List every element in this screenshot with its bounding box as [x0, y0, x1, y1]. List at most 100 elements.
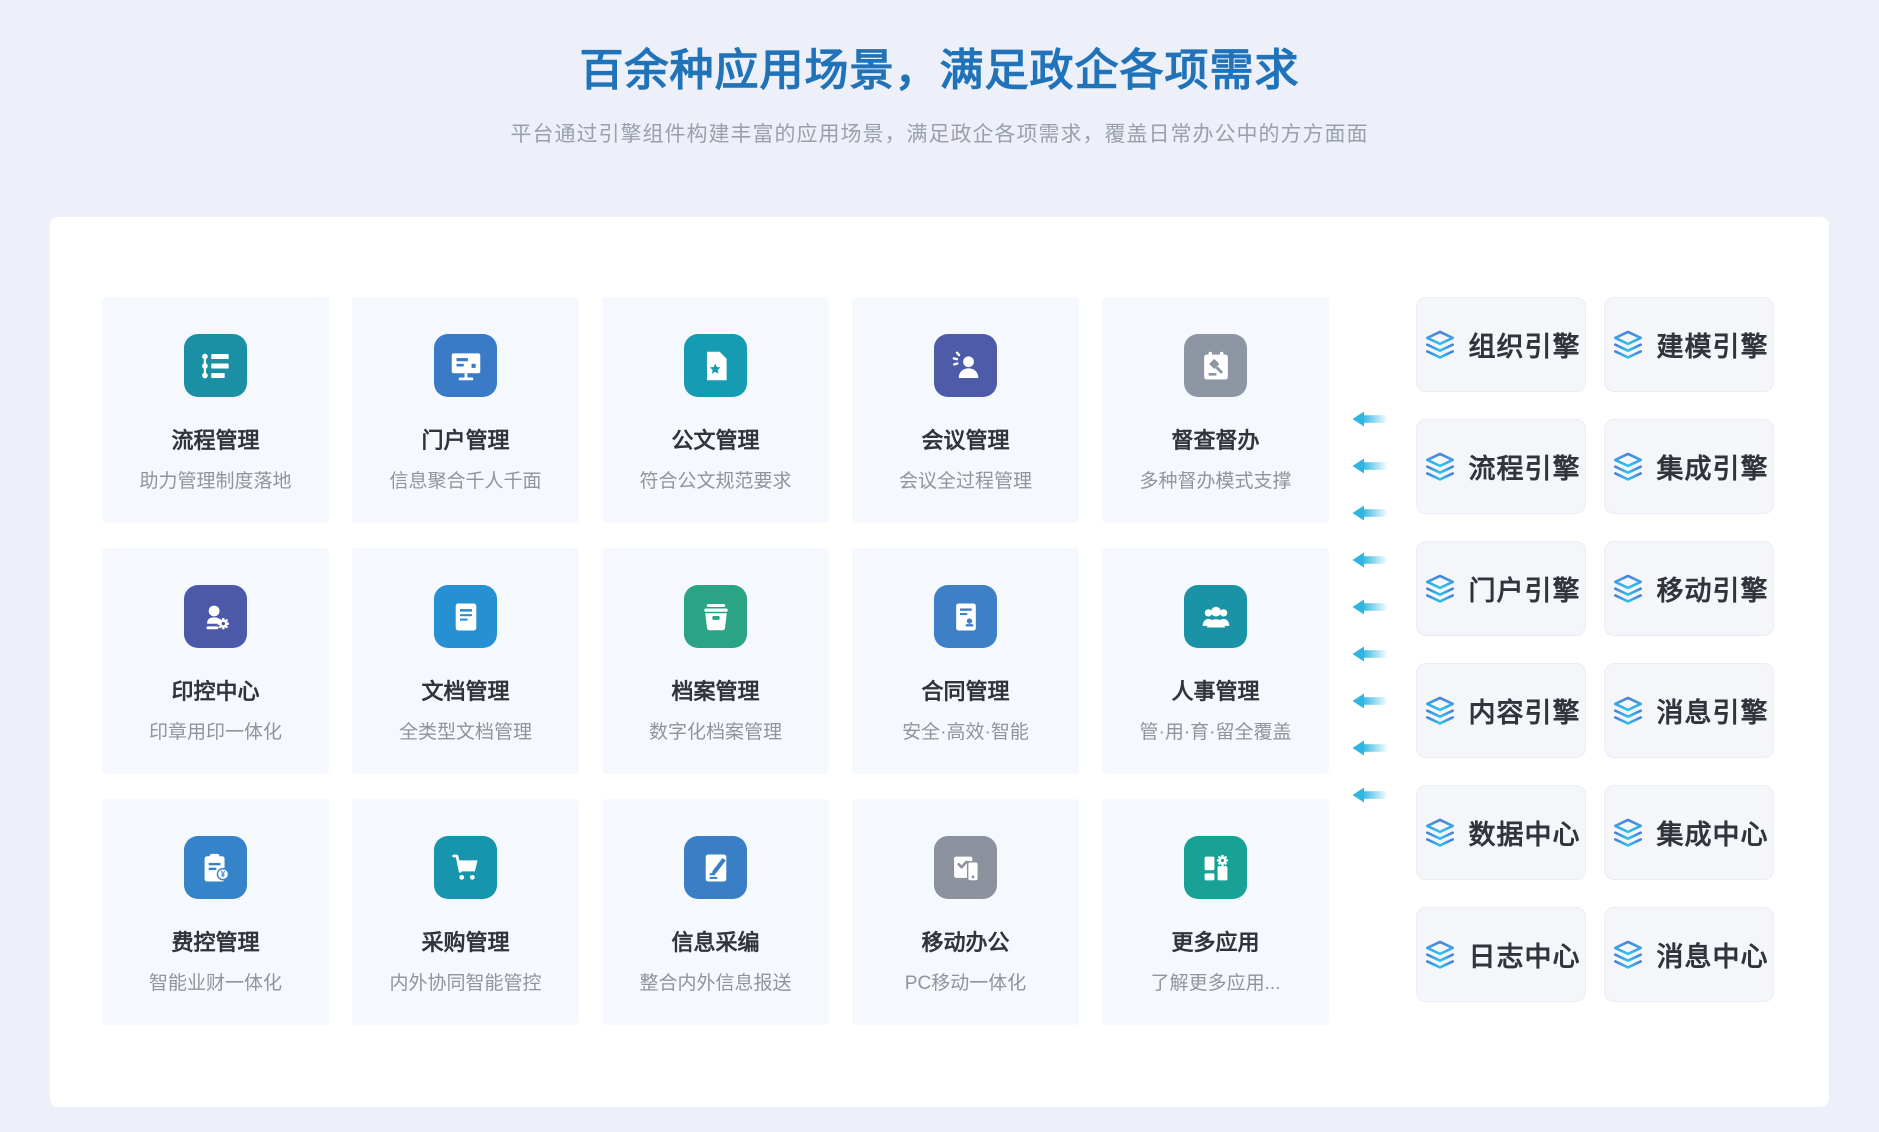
engine-label: 日志中心 — [1469, 935, 1581, 974]
engine-button[interactable]: 消息引擎 — [1604, 663, 1774, 758]
layers-icon — [1422, 449, 1458, 485]
document-lines-icon — [434, 585, 497, 648]
app-desc: 安全·高效·智能 — [902, 717, 1029, 744]
app-name: 移动办公 — [921, 925, 1009, 957]
app-card[interactable]: 采购管理 内外协同智能管控 — [352, 799, 579, 1025]
engine-label: 集成中心 — [1657, 813, 1769, 852]
edit-doc-icon — [684, 836, 747, 899]
flow-arrow-icon — [1350, 598, 1390, 616]
engine-label: 建模引擎 — [1657, 325, 1769, 364]
app-card[interactable]: 合同管理 安全·高效·智能 — [852, 548, 1079, 774]
app-desc: 智能业财一体化 — [149, 968, 282, 995]
layers-icon — [1422, 815, 1458, 851]
page: 百余种应用场景，满足政企各项需求 平台通过引擎组件构建丰富的应用场景，满足政企各… — [0, 0, 1879, 1132]
app-grid-icon — [1184, 836, 1247, 899]
flow-list-icon — [184, 334, 247, 397]
app-card[interactable]: 门户管理 信息聚合千人千面 — [352, 297, 579, 523]
engine-label: 门户引擎 — [1469, 569, 1581, 608]
flow-arrow-icon — [1350, 645, 1390, 663]
app-desc: 多种督办模式支撑 — [1139, 466, 1291, 493]
engine-button[interactable]: 集成引擎 — [1604, 419, 1774, 514]
cart-icon — [434, 836, 497, 899]
engine-button[interactable]: 门户引擎 — [1416, 541, 1586, 636]
devices-icon — [934, 836, 997, 899]
monitor-icon — [434, 334, 497, 397]
app-name: 门户管理 — [421, 423, 509, 455]
layers-icon — [1610, 571, 1646, 607]
app-card[interactable]: 信息采编 整合内外信息报送 — [602, 799, 829, 1025]
svg-text:¥: ¥ — [220, 870, 225, 879]
flow-arrow-icon — [1350, 410, 1390, 428]
app-desc: 全类型文档管理 — [399, 717, 532, 744]
apps-grid: 流程管理 助力管理制度落地 门户管理 信息聚合千人千面 公文管理 符合公文规范要… — [102, 297, 1329, 1025]
layers-icon — [1610, 449, 1646, 485]
app-desc: 会议全过程管理 — [899, 466, 1032, 493]
flow-arrow-icon — [1350, 551, 1390, 569]
flow-arrow-icon — [1350, 692, 1390, 710]
app-name: 费控管理 — [171, 925, 259, 957]
app-name: 信息采编 — [671, 925, 759, 957]
app-name: 档案管理 — [671, 674, 759, 706]
app-name: 印控中心 — [171, 674, 259, 706]
flow-arrow-icon — [1350, 786, 1390, 804]
layers-icon — [1422, 327, 1458, 363]
app-card[interactable]: 人事管理 管·用·育·留全覆盖 — [1102, 548, 1329, 774]
app-name: 督查督办 — [1171, 423, 1259, 455]
section-header: 百余种应用场景，满足政企各项需求 平台通过引擎组件构建丰富的应用场景，满足政企各… — [0, 0, 1879, 148]
engine-button[interactable]: 集成中心 — [1604, 785, 1774, 880]
engine-label: 内容引擎 — [1469, 691, 1581, 730]
layers-icon — [1610, 815, 1646, 851]
engines-grid: 组织引擎 建模引擎 流程引擎 集成引擎 门户引擎 移动引擎 内容引擎 消息引擎 … — [1416, 297, 1774, 1002]
flow-arrow-icon — [1350, 457, 1390, 475]
engine-button[interactable]: 消息中心 — [1604, 907, 1774, 1002]
layers-icon — [1422, 937, 1458, 973]
people-group-icon — [1184, 585, 1247, 648]
app-desc: 整合内外信息报送 — [639, 968, 791, 995]
engine-label: 消息中心 — [1657, 935, 1769, 974]
app-card[interactable]: 公文管理 符合公文规范要求 — [602, 297, 829, 523]
engine-button[interactable]: 数据中心 — [1416, 785, 1586, 880]
engine-label: 消息引擎 — [1657, 691, 1769, 730]
app-card[interactable]: 流程管理 助力管理制度落地 — [102, 297, 329, 523]
app-desc: 信息聚合千人千面 — [389, 466, 541, 493]
app-name: 公文管理 — [671, 423, 759, 455]
app-desc: 符合公文规范要求 — [639, 466, 791, 493]
app-desc: PC移动一体化 — [905, 968, 1026, 995]
app-card[interactable]: ¥ 费控管理 智能业财一体化 — [102, 799, 329, 1025]
speaking-person-icon — [934, 334, 997, 397]
app-name: 人事管理 — [1171, 674, 1259, 706]
app-card[interactable]: 更多应用 了解更多应用... — [1102, 799, 1329, 1025]
app-name: 更多应用 — [1171, 925, 1259, 957]
layers-icon — [1422, 693, 1458, 729]
layers-icon — [1610, 327, 1646, 363]
archive-box-icon — [684, 585, 747, 648]
app-desc: 助力管理制度落地 — [139, 466, 291, 493]
section-subtitle: 平台通过引擎组件构建丰富的应用场景，满足政企各项需求，覆盖日常办公中的方方面面 — [0, 118, 1879, 148]
app-card[interactable]: 印控中心 印章用印一体化 — [102, 548, 329, 774]
app-card[interactable]: 档案管理 数字化档案管理 — [602, 548, 829, 774]
engine-label: 集成引擎 — [1657, 447, 1769, 486]
app-card[interactable]: 会议管理 会议全过程管理 — [852, 297, 1079, 523]
engine-label: 流程引擎 — [1469, 447, 1581, 486]
gavel-clipboard-icon — [1184, 334, 1247, 397]
engine-button[interactable]: 组织引擎 — [1416, 297, 1586, 392]
contract-stamp-icon — [934, 585, 997, 648]
app-card[interactable]: 移动办公 PC移动一体化 — [852, 799, 1079, 1025]
layers-icon — [1422, 571, 1458, 607]
engine-label: 移动引擎 — [1657, 569, 1769, 608]
engine-button[interactable]: 移动引擎 — [1604, 541, 1774, 636]
app-desc: 管·用·育·留全覆盖 — [1140, 717, 1292, 744]
app-name: 合同管理 — [921, 674, 1009, 706]
engine-button[interactable]: 建模引擎 — [1604, 297, 1774, 392]
stamp-gear-icon — [184, 585, 247, 648]
engine-button[interactable]: 内容引擎 — [1416, 663, 1586, 758]
app-desc: 印章用印一体化 — [149, 717, 282, 744]
app-card[interactable]: 文档管理 全类型文档管理 — [352, 548, 579, 774]
engine-button[interactable]: 流程引擎 — [1416, 419, 1586, 514]
engine-label: 数据中心 — [1469, 813, 1581, 852]
app-card[interactable]: 督查督办 多种督办模式支撑 — [1102, 297, 1329, 523]
app-desc: 内外协同智能管控 — [389, 968, 541, 995]
engine-button[interactable]: 日志中心 — [1416, 907, 1586, 1002]
flow-arrows — [1350, 410, 1394, 804]
app-desc: 了解更多应用... — [1151, 968, 1281, 995]
